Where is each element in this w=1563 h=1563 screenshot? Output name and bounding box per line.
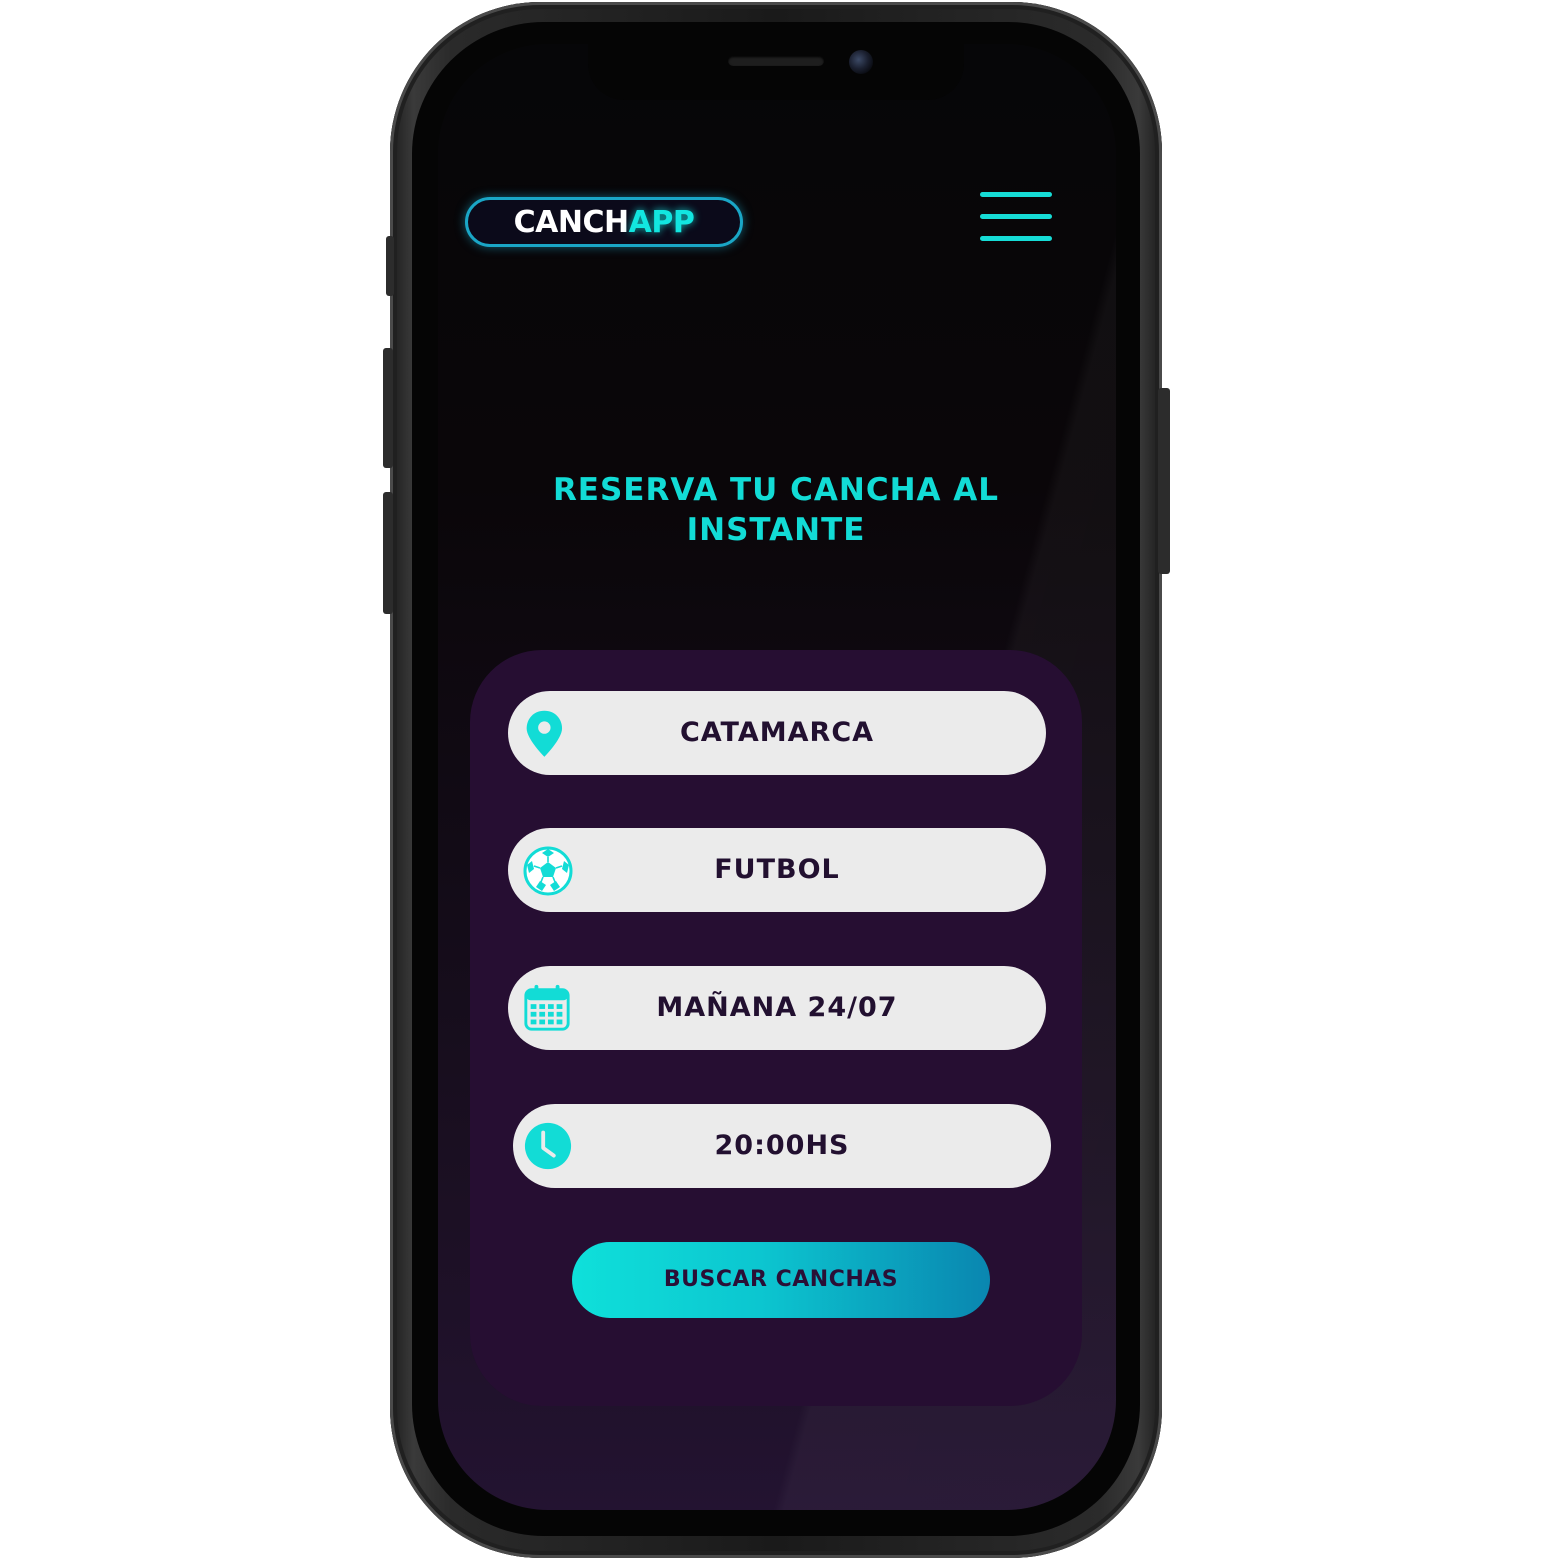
date-select[interactable]: MAÑANA 24/07 [508,966,1046,1050]
phone-speaker [728,56,824,66]
sport-select[interactable]: FUTBOL [508,828,1046,912]
menu-bar [980,192,1052,197]
location-value: CATAMARCA [679,717,875,748]
phone-power-button [1158,388,1170,574]
front-camera [849,50,873,74]
phone-volume-down-button [383,492,393,614]
time-select[interactable]: 20:00HS [513,1104,1051,1188]
logo-text-canch: CANCH [513,204,629,240]
phone-silent-switch [386,236,394,296]
search-courts-button[interactable]: BUSCAR CANCHAS [572,1242,990,1318]
time-value: 20:00HS [714,1130,850,1161]
app-logo[interactable]: CANCH APP [465,197,743,247]
hamburger-menu-icon[interactable] [980,192,1052,244]
hero-title: RESERVA TU CANCHA AL INSTANTE [552,472,1000,548]
sport-value: FUTBOL [714,854,840,885]
location-select[interactable]: CATAMARCA [508,691,1046,775]
mockup-canvas: CANCH APP RESERVA TU CANCHA AL INSTANTE C… [0,0,1563,1563]
date-value: MAÑANA 24/07 [656,992,898,1023]
phone-volume-up-button [383,348,393,468]
menu-bar [980,214,1052,219]
menu-bar [980,236,1052,241]
phone-notch [588,44,964,100]
logo-text-app: APP [628,204,695,240]
